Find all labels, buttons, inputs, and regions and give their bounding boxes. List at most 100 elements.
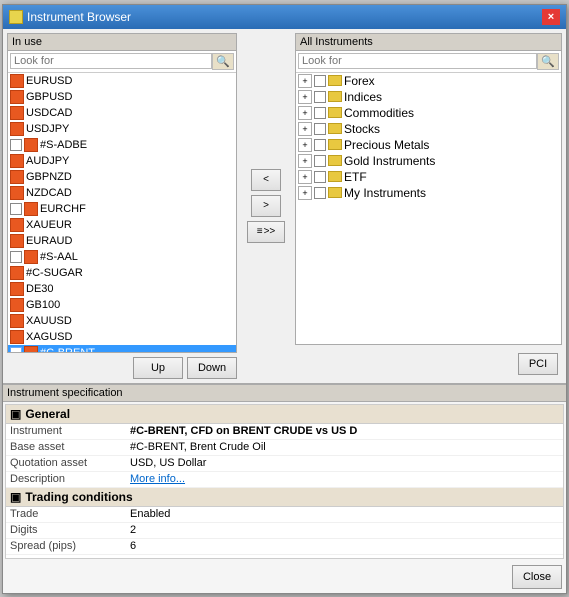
- folder-icon: [328, 155, 342, 166]
- tree-item-forex[interactable]: + Forex: [296, 73, 561, 89]
- list-item[interactable]: USDCAD: [8, 105, 236, 121]
- instrument-icon: [10, 266, 24, 280]
- spec-row-description: Description More info...: [6, 472, 563, 488]
- close-button[interactable]: Close: [512, 565, 562, 589]
- section-collapse-icon[interactable]: ▣: [10, 407, 21, 421]
- tree-item-precious-metals[interactable]: + Precious Metals: [296, 137, 561, 153]
- list-item[interactable]: AUDJPY: [8, 153, 236, 169]
- in-use-search-button[interactable]: 🔍: [212, 53, 234, 70]
- expand-forex[interactable]: +: [298, 74, 312, 88]
- expand-gold-instruments[interactable]: +: [298, 154, 312, 168]
- expand-indices[interactable]: +: [298, 90, 312, 104]
- list-item[interactable]: DE30: [8, 281, 236, 297]
- spec-value-base-asset: #C-BRENT, Brent Crude Oil: [130, 441, 559, 454]
- list-item[interactable]: EURCHF: [8, 201, 236, 217]
- tree-checkbox[interactable]: [314, 171, 326, 183]
- expand-precious-metals[interactable]: +: [298, 138, 312, 152]
- instrument-icon: [10, 74, 24, 88]
- expand-my-instruments[interactable]: +: [298, 186, 312, 200]
- tree-checkbox[interactable]: [314, 139, 326, 151]
- instrument-icon: [10, 330, 24, 344]
- list-item[interactable]: NZDCAD: [8, 185, 236, 201]
- list-item[interactable]: GBPNZD: [8, 169, 236, 185]
- tree-checkbox[interactable]: [314, 107, 326, 119]
- item-checkbox[interactable]: [10, 347, 22, 352]
- up-button[interactable]: Up: [133, 357, 183, 379]
- title-bar: Instrument Browser ×: [3, 5, 566, 29]
- all-search-button[interactable]: 🔍: [537, 53, 559, 70]
- all-search-input[interactable]: [298, 53, 537, 69]
- tree-checkbox[interactable]: [314, 155, 326, 167]
- section-general-header: ▣ General: [6, 405, 563, 424]
- list-item-text: GB100: [26, 299, 60, 311]
- all-instruments-list: + Forex + Indices +: [296, 73, 561, 344]
- folder-icon: [328, 139, 342, 150]
- list-item[interactable]: XAUEUR: [8, 217, 236, 233]
- list-item-text: USDJPY: [26, 123, 69, 135]
- tree-checkbox[interactable]: [314, 123, 326, 135]
- spec-row-quotation-asset: Quotation asset USD, US Dollar: [6, 456, 563, 472]
- move-right-button[interactable]: >: [251, 195, 281, 217]
- instrument-icon: [10, 218, 24, 232]
- instrument-icon: [10, 122, 24, 136]
- move-all-right-button[interactable]: ≡ >>: [247, 221, 285, 243]
- tree-item-etf[interactable]: + ETF: [296, 169, 561, 185]
- all-search-bar: 🔍: [296, 51, 561, 73]
- list-item[interactable]: XAGUSD: [8, 329, 236, 345]
- tree-item-stocks[interactable]: + Stocks: [296, 121, 561, 137]
- section-collapse-icon2[interactable]: ▣: [10, 490, 21, 504]
- double-right-icon: >>: [264, 226, 276, 237]
- list-item[interactable]: USDJPY: [8, 121, 236, 137]
- list-item[interactable]: #S-ADBE: [8, 137, 236, 153]
- instrument-icon: [10, 90, 24, 104]
- pci-button[interactable]: PCI: [518, 353, 558, 375]
- list-item-selected[interactable]: #C-BRENT: [8, 345, 236, 352]
- in-use-search-input[interactable]: [10, 53, 212, 69]
- list-item[interactable]: XAUUSD: [8, 313, 236, 329]
- tree-checkbox[interactable]: [314, 91, 326, 103]
- tree-item-label: Precious Metals: [344, 138, 429, 152]
- spec-value-spread: 6: [130, 540, 559, 553]
- list-item-text: USDCAD: [26, 107, 72, 119]
- list-item[interactable]: EURUSD: [8, 73, 236, 89]
- expand-stocks[interactable]: +: [298, 122, 312, 136]
- spec-value-trade: Enabled: [130, 508, 559, 521]
- tree-item-indices[interactable]: + Indices: [296, 89, 561, 105]
- list-item[interactable]: EURAUD: [8, 233, 236, 249]
- close-window-button[interactable]: ×: [542, 9, 560, 25]
- spec-panel: Instrument specification ▣ General Instr…: [3, 383, 566, 593]
- tree-item-commodities[interactable]: + Commodities: [296, 105, 561, 121]
- instrument-icon: [10, 298, 24, 312]
- expand-commodities[interactable]: +: [298, 106, 312, 120]
- item-checkbox[interactable]: [10, 251, 22, 263]
- folder-icon: [328, 123, 342, 134]
- folder-icon: [328, 171, 342, 182]
- tree-item-label: ETF: [344, 170, 367, 184]
- down-button[interactable]: Down: [187, 357, 237, 379]
- list-icon: ≡: [257, 226, 263, 237]
- item-checkbox[interactable]: [10, 139, 22, 151]
- list-item[interactable]: #S-AAL: [8, 249, 236, 265]
- spec-value-description-link[interactable]: More info...: [130, 473, 559, 486]
- list-item-text: EURCHF: [40, 203, 86, 215]
- list-item-text: XAUUSD: [26, 315, 72, 327]
- tree-item-gold-instruments[interactable]: + Gold Instruments: [296, 153, 561, 169]
- in-use-section: In use 🔍 EURUSD GBPUSD: [7, 33, 237, 379]
- expand-etf[interactable]: +: [298, 170, 312, 184]
- list-item[interactable]: #C-SUGAR: [8, 265, 236, 281]
- list-item[interactable]: GB100: [8, 297, 236, 313]
- folder-icon: [328, 107, 342, 118]
- tree-item-label: My Instruments: [344, 186, 426, 200]
- pci-area: PCI: [295, 349, 562, 379]
- tree-checkbox[interactable]: [314, 187, 326, 199]
- tree-item-my-instruments[interactable]: + My Instruments: [296, 185, 561, 201]
- instrument-icon: [10, 186, 24, 200]
- move-left-button[interactable]: <: [251, 169, 281, 191]
- tree-checkbox[interactable]: [314, 75, 326, 87]
- list-item[interactable]: GBPUSD: [8, 89, 236, 105]
- all-instruments-section: All Instruments 🔍 + Forex +: [295, 33, 562, 379]
- instrument-icon: [24, 346, 38, 352]
- folder-icon: [328, 75, 342, 86]
- spec-value-digits: 2: [130, 524, 559, 537]
- item-checkbox[interactable]: [10, 203, 22, 215]
